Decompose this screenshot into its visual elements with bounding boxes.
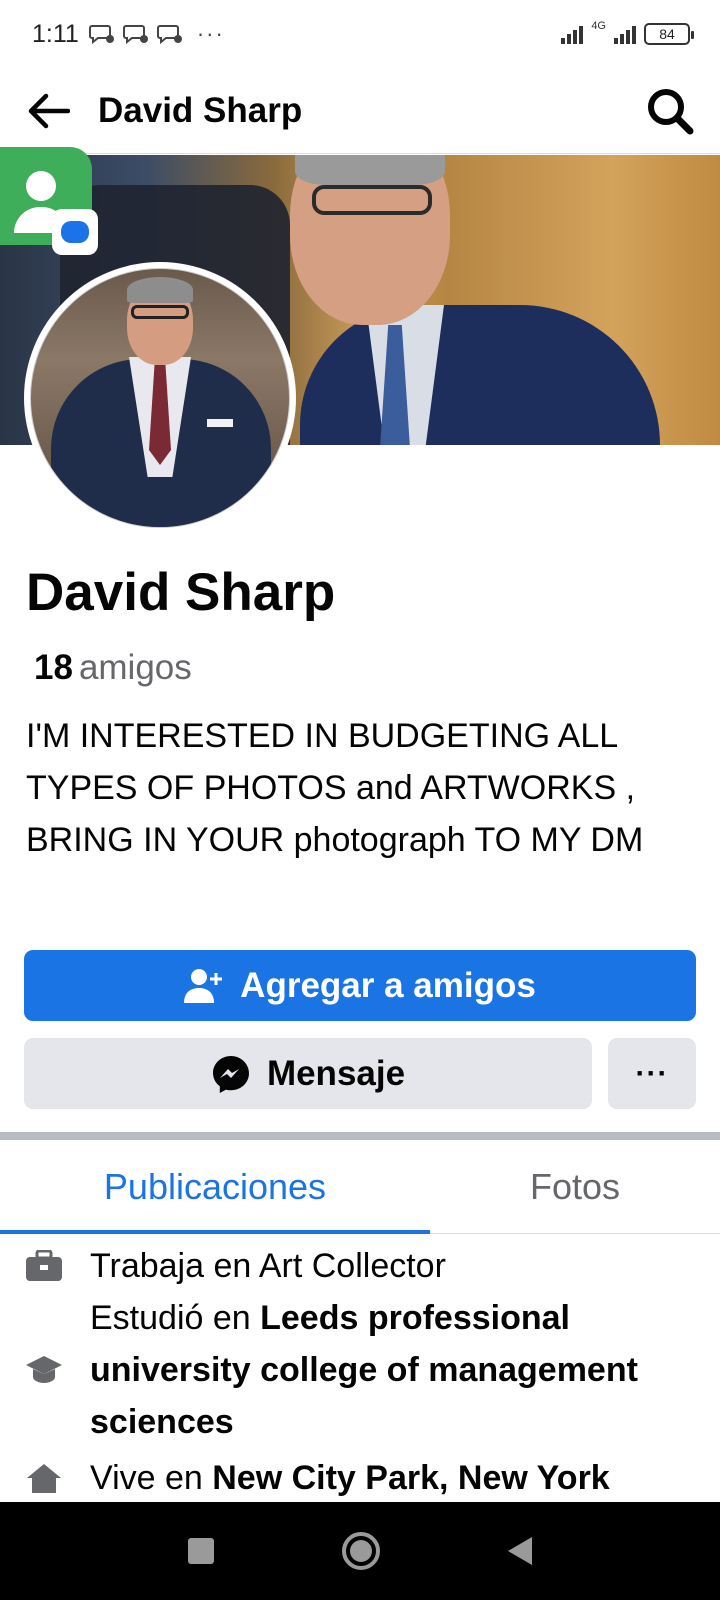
- network-label: 4G: [591, 20, 606, 32]
- study-prefix: Estudió en: [90, 1299, 261, 1337]
- signal-icon: [614, 24, 636, 44]
- battery-level: 84: [659, 26, 675, 42]
- lives-prefix: Vive en: [90, 1459, 213, 1497]
- work-prefix: Trabaja en: [90, 1247, 259, 1285]
- signal-icon: [561, 24, 584, 44]
- friends-count-link[interactable]: 18 amigos: [34, 648, 192, 688]
- tab-fotos[interactable]: Fotos: [430, 1140, 720, 1233]
- friends-label: amigos: [78, 648, 192, 687]
- system-nav-bar: [0, 1502, 720, 1600]
- messenger-notification-icon: [122, 25, 148, 45]
- add-friend-button[interactable]: Agregar a amigos: [24, 950, 696, 1021]
- back-icon[interactable]: [508, 1537, 532, 1565]
- home-icon: [24, 1458, 64, 1498]
- more-options-icon: ···: [635, 1056, 669, 1090]
- lives-place[interactable]: New City Park, New York: [212, 1459, 609, 1497]
- avatar: [30, 268, 290, 528]
- friends-count: 18: [34, 648, 73, 687]
- work-place: Art Collector: [258, 1247, 446, 1285]
- battery-icon: 84: [644, 23, 694, 45]
- status-more-icon: ···: [196, 21, 225, 46]
- more-options-button[interactable]: ···: [608, 1038, 696, 1109]
- profile-picture[interactable]: [24, 262, 296, 534]
- messenger-notification-icon: [88, 25, 114, 45]
- search-icon[interactable]: [644, 85, 696, 137]
- briefcase-icon: [24, 1246, 64, 1286]
- app-bar: David Sharp: [0, 68, 720, 154]
- message-button[interactable]: Mensaje: [24, 1038, 592, 1109]
- messenger-icon: [212, 1055, 249, 1093]
- profile-name: David Sharp: [26, 563, 336, 622]
- status-time: 1:11: [32, 19, 79, 48]
- page-title: David Sharp: [98, 90, 303, 130]
- notification-icons: [88, 23, 183, 45]
- work-row: Trabaja en Art Collector: [0, 1240, 720, 1292]
- message-label: Mensaje: [266, 1053, 406, 1093]
- add-friend-label: Agregar a amigos: [240, 965, 536, 1005]
- status-right: 4G 84: [561, 20, 694, 45]
- section-divider: [0, 1132, 720, 1140]
- graduation-cap-icon: [24, 1350, 64, 1390]
- tab-publicaciones[interactable]: Publicaciones: [0, 1140, 430, 1234]
- profile-details: Trabaja en Art Collector Estudió en Leed…: [0, 1240, 720, 1504]
- lives-row: Vive en New City Park, New York: [0, 1452, 720, 1504]
- profile-bio: I'M INTERESTED IN BUDGETING ALL TYPES OF…: [26, 717, 644, 859]
- recents-icon[interactable]: [188, 1538, 214, 1564]
- chat-bubble-icon: [52, 209, 98, 255]
- messenger-notification-icon: [156, 25, 182, 45]
- contacts-chat-head-icon[interactable]: [0, 147, 98, 255]
- home-button-icon[interactable]: [342, 1532, 380, 1570]
- back-arrow-icon[interactable]: [24, 87, 72, 135]
- add-friend-icon: [184, 968, 223, 1003]
- education-row: Estudió en Leeds professional university…: [0, 1292, 720, 1448]
- profile-tabs: Publicaciones Fotos: [0, 1140, 720, 1234]
- status-bar: 1:11 ··· 4G 84: [0, 0, 720, 68]
